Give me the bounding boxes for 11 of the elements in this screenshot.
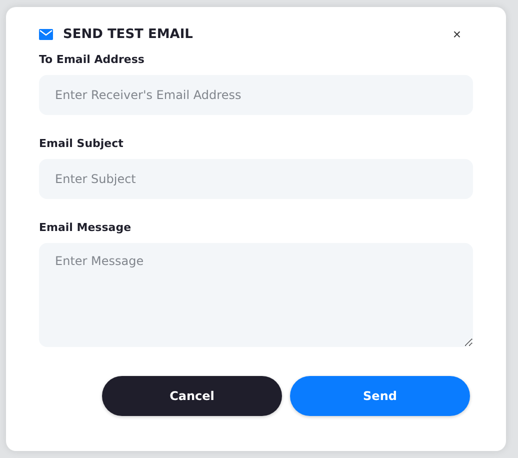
input-field[interactable]: Enter Receiver's Email Address <box>39 75 473 115</box>
field-label: To Email Address <box>39 53 146 66</box>
input-field[interactable]: Enter Subject <box>39 159 473 199</box>
field-label: Email Subject <box>39 137 124 150</box>
dialog-title: SEND TEST EMAIL <box>63 26 194 42</box>
send-button[interactable]: Send <box>290 376 470 416</box>
message-field[interactable]: Enter Message <box>39 243 473 347</box>
close-button[interactable]: × <box>452 27 461 41</box>
envelope-icon <box>39 28 53 40</box>
field-label: Email Message <box>39 221 132 234</box>
cancel-button[interactable]: Cancel <box>102 376 282 416</box>
